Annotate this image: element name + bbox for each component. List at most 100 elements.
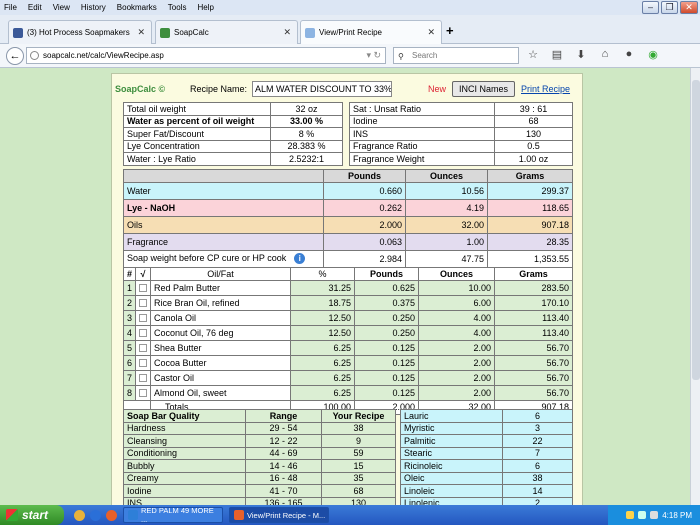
tab-facebook[interactable]: (3) Hot Process Soapmakers ✕ [8,20,152,44]
new-label: New [428,84,447,94]
table-row: 8 Almond Oil, sweet 6.25 0.125 2.00 56.70 [122,384,573,401]
tab-soapcalc[interactable]: SoapCalc ✕ [155,20,298,44]
maximize-button[interactable]: ❐ [661,1,678,14]
search-input[interactable]: ⚲ Search [393,47,519,64]
menu-tools[interactable]: Tools [168,3,187,12]
cell: 0.625 [354,279,420,296]
cell: 9 [321,434,396,448]
address-bar[interactable]: soapcalc.net/calc/ViewRecipe.asp ▾ ↻ [26,47,386,64]
oil-name: Almond Oil, sweet [150,384,292,401]
table-row: 2 Rice Bran Oil, refined 18.75 0.375 6.00 170… [122,294,573,311]
menu-bookmarks[interactable]: Bookmarks [117,3,157,12]
table-row: Creamy 16 - 48 35 [123,471,396,485]
menu-history[interactable]: History [81,3,106,12]
reload-icon[interactable]: ▾ ↻ [366,48,381,63]
column-header: √ [135,267,152,281]
cell: 4.00 [418,324,496,341]
cell: 31.25 [290,279,356,296]
cell: 118.65 [487,198,573,217]
cell: 32.00 [405,215,488,234]
new-tab-button[interactable]: + [446,23,454,38]
tab-view-print-recipe[interactable]: View/Print Recipe ✕ [300,20,442,44]
menu-file[interactable]: File [4,3,17,12]
row-number: 7 [122,369,137,386]
system-tray: 4:18 PM [608,505,700,525]
recipe-name-input[interactable]: ALM WATER DISCOUNT TO 33% [252,81,392,97]
clock[interactable]: 4:18 PM [662,511,692,520]
cell: 6 [502,409,573,423]
shield-icon[interactable] [626,511,635,519]
home-icon[interactable]: ⌂ [598,48,612,61]
cell: 7 [502,446,573,460]
close-tab-icon[interactable]: ✕ [427,27,435,38]
oils-table: # √ Oil/Fat % Pounds Ounces Grams 1 Red P… [122,267,573,415]
summary-label: Iodine [349,114,495,128]
volume-icon[interactable] [650,511,659,519]
cell: 170.10 [494,294,573,311]
network-icon[interactable] [638,511,647,519]
bookmark-star-icon[interactable]: ☆ [526,48,540,61]
cell: 6.25 [290,339,356,356]
minimize-button[interactable]: – [642,1,659,14]
row-checkbox[interactable] [139,329,148,338]
table-row: Linolenic 2 [400,496,573,505]
fatty-acid-name: Ricinoleic [400,459,503,473]
cell: 14 - 46 [245,459,322,473]
row-checkbox[interactable] [139,299,148,308]
search-placeholder: Search [412,51,438,60]
row-checkbox[interactable] [139,344,148,353]
start-button[interactable]: start [0,505,64,525]
info-icon[interactable]: i [294,253,306,264]
summary-value: 28.383 % [270,139,343,153]
addon-icon[interactable]: ◉ [646,48,660,61]
download-icon[interactable]: ⬇ [574,48,588,61]
quality-name: Bubbly [123,459,246,473]
row-checkbox-cell [135,279,152,296]
chat-icon[interactable]: ● [622,48,636,61]
firefox-icon[interactable] [106,509,117,521]
back-button[interactable]: ← [6,47,24,65]
cell: 2.00 [418,369,496,386]
taskbar-item-label: View/Print Recipe - M... [247,510,326,520]
tab-label: View/Print Recipe [319,28,382,37]
cell: 10.56 [405,181,488,200]
tab-bar: (3) Hot Process Soapmakers ✕ SoapCalc ✕ … [0,15,700,44]
print-recipe-link[interactable]: Print Recipe [521,84,570,94]
cell: 47.75 [405,249,488,268]
menu-help[interactable]: Help [197,3,213,12]
table-row: Linoleic 14 [400,484,573,498]
menu-view[interactable]: View [53,3,70,12]
taskbar-item-view-print-recipe[interactable]: View/Print Recipe - M... [229,507,329,523]
table-row: 5 Shea Butter 6.25 0.125 2.00 56.70 [122,339,573,356]
cell: 56.70 [494,339,573,356]
row-checkbox[interactable] [139,284,148,293]
ie-icon[interactable] [90,509,101,521]
cell: 38 [502,471,573,485]
reading-list-icon[interactable]: ▤ [550,48,564,61]
inci-names-button[interactable]: INCI Names [452,81,515,97]
table-row: Lauric 6 [400,409,573,423]
vertical-scrollbar[interactable] [690,68,700,505]
summary-value: 33.00 % [270,114,343,128]
row-checkbox-cell [135,294,152,311]
oil-name: Rice Bran Oil, refined [150,294,292,311]
oil-name: Red Palm Butter [150,279,292,296]
table-row: Ricinoleic 6 [400,459,573,473]
close-window-button[interactable]: ✕ [680,1,698,14]
row-checkbox[interactable] [139,359,148,368]
row-checkbox[interactable] [139,389,148,398]
scrollbar-thumb[interactable] [692,80,700,380]
cell: 38 [321,421,396,435]
row-number: 4 [122,324,137,341]
menu-edit[interactable]: Edit [28,3,42,12]
chrome-icon[interactable] [74,509,85,521]
row-label: Fragrance [123,232,324,251]
cell: 136 - 165 [245,496,322,505]
firefox-icon [234,510,244,520]
close-tab-icon[interactable]: ✕ [283,27,291,38]
close-tab-icon[interactable]: ✕ [137,27,145,38]
row-checkbox[interactable] [139,314,148,323]
row-checkbox[interactable] [139,374,148,383]
taskbar-item-red-palm[interactable]: RED PALM 49 MORE ... [123,506,223,524]
fatty-acid-name: Myristic [400,421,503,435]
